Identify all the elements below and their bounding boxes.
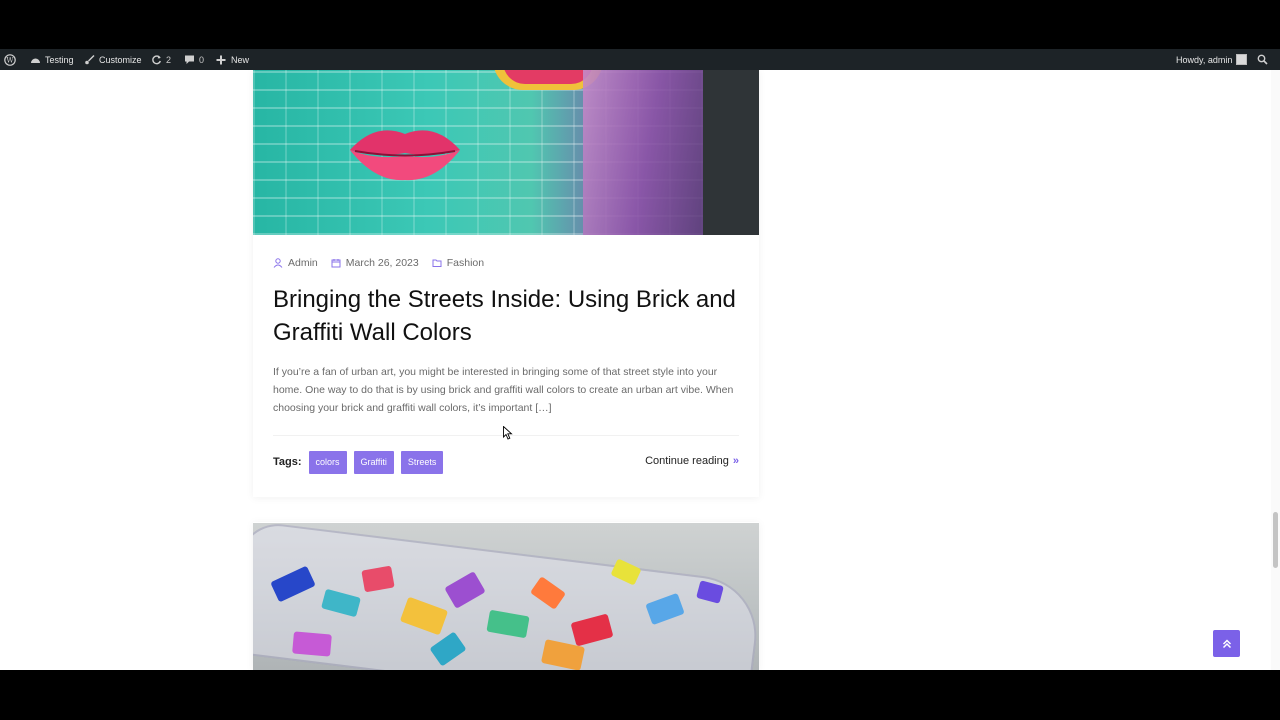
- new-label: New: [231, 54, 250, 65]
- folder-icon: [432, 258, 442, 268]
- scrollbar-thumb[interactable]: [1273, 512, 1278, 568]
- post-excerpt: If you’re a fan of urban art, you might …: [273, 366, 734, 414]
- customize-label: Customize: [99, 54, 142, 65]
- screen-letterbox-top: [0, 0, 1280, 49]
- post-title[interactable]: Bringing the Streets Inside: Using Brick…: [273, 283, 743, 349]
- post-featured-image[interactable]: [253, 523, 759, 670]
- comments-link[interactable]: 0: [183, 49, 204, 70]
- date-label: March 26, 2023: [345, 257, 419, 269]
- image-decoration: [583, 70, 713, 235]
- account-menu[interactable]: Howdy, admin: [1176, 49, 1248, 70]
- double-chevron-up-icon: [1222, 634, 1232, 653]
- customize-link[interactable]: Customize: [83, 49, 142, 70]
- tag-streets[interactable]: Streets: [400, 450, 444, 474]
- search-icon: [1256, 54, 1268, 66]
- calendar-icon: [331, 258, 341, 268]
- post-meta: Admin March 26, 2023 Fashion: [273, 257, 497, 269]
- plus-icon: [215, 54, 227, 66]
- category-label: Fashion: [446, 257, 485, 269]
- screen-letterbox-bottom: [0, 670, 1280, 720]
- wp-admin-bar: W Testing Customize 2 0 New Howdy, admin: [0, 49, 1280, 70]
- post-category[interactable]: Fashion: [432, 257, 484, 269]
- new-content-menu[interactable]: New: [215, 49, 249, 70]
- back-to-top-button[interactable]: [1213, 630, 1240, 657]
- post-card: [253, 522, 759, 670]
- site-name-label: Testing: [45, 54, 74, 65]
- graffiti-lips: [350, 130, 460, 181]
- comments-count: 0: [199, 54, 205, 65]
- scrollbar[interactable]: [1271, 70, 1280, 670]
- post-featured-image[interactable]: [253, 70, 759, 235]
- refresh-icon: [150, 54, 162, 66]
- svg-text:W: W: [6, 56, 14, 64]
- post-date[interactable]: March 26, 2023: [331, 257, 419, 269]
- admin-search[interactable]: [1256, 49, 1268, 70]
- image-decoration: [292, 631, 332, 657]
- comment-bubble-icon: [183, 54, 195, 66]
- updates-count: 2: [166, 54, 172, 65]
- continue-reading-link[interactable]: Continue reading »: [645, 455, 739, 467]
- howdy-label: Howdy, admin: [1176, 54, 1233, 65]
- mouse-cursor-icon: [503, 426, 513, 440]
- wordpress-icon: W: [4, 53, 16, 66]
- image-decoration: [503, 70, 593, 84]
- updates-link[interactable]: 2: [150, 49, 171, 70]
- tags-label: Tags:: [273, 456, 302, 468]
- author-name: Admin: [288, 257, 318, 269]
- post-author[interactable]: Admin: [273, 257, 318, 269]
- home-dashboard-icon: [29, 54, 41, 66]
- user-icon: [273, 258, 283, 268]
- continue-reading-label: Continue reading: [645, 455, 729, 467]
- double-chevron-right-icon: »: [732, 455, 739, 467]
- wp-logo-menu[interactable]: W: [4, 49, 16, 70]
- tag-graffiti[interactable]: Graffiti: [353, 450, 394, 474]
- image-decoration: [703, 70, 759, 235]
- page-content: Admin March 26, 2023 Fashion Bringing th…: [0, 70, 1280, 670]
- avatar: [1236, 54, 1248, 65]
- paintbrush-icon: [83, 54, 95, 66]
- tag-colors[interactable]: colors: [308, 450, 347, 474]
- site-name-menu[interactable]: Testing: [29, 49, 74, 70]
